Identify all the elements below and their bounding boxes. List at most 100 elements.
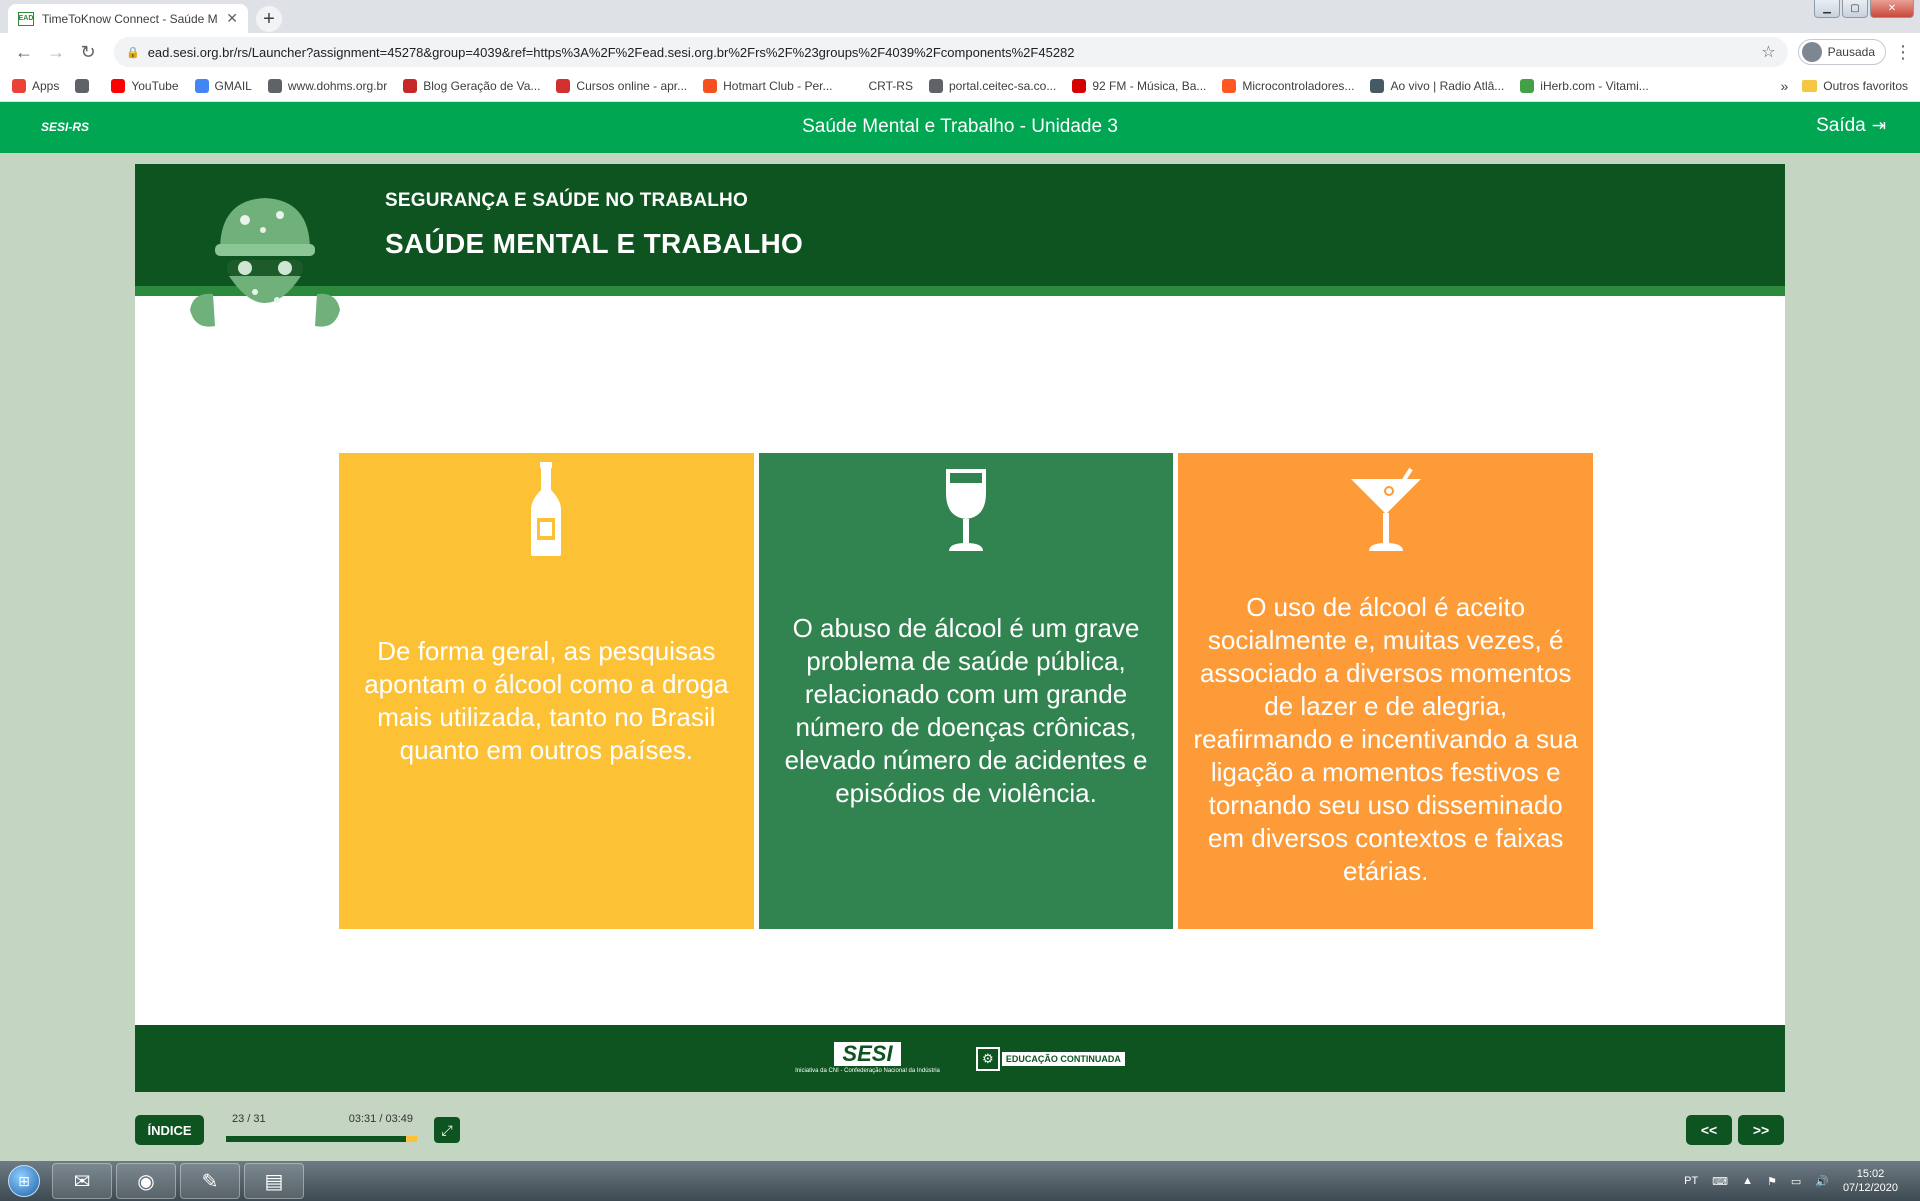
card-3-text: O uso de álcool é aceito socialmente e, … bbox=[1193, 591, 1578, 886]
volume-icon[interactable]: 🔊 bbox=[1815, 1175, 1829, 1188]
lock-icon: 🔒 bbox=[126, 46, 140, 59]
info-card-1: De forma geral, as pesquisas apontam o á… bbox=[339, 453, 754, 929]
progress-fill bbox=[226, 1136, 406, 1142]
back-arrow-icon[interactable]: ← bbox=[10, 38, 38, 66]
bookmark-label: iHerb.com - Vitami... bbox=[1540, 79, 1649, 93]
bookmark-item[interactable]: Cursos online - apr... bbox=[556, 79, 687, 93]
browser-tab[interactable]: EAD TimeToKnow Connect - Saúde M ✕ bbox=[8, 4, 248, 33]
bookmark-favicon-icon bbox=[1222, 79, 1237, 93]
bookmark-label: Ao vivo | Radio Atlâ... bbox=[1390, 79, 1505, 93]
course-kicker: SEGURANÇA E SAÚDE NO TRABALHO bbox=[385, 190, 748, 211]
bookmark-label: YouTube bbox=[131, 79, 179, 93]
bookmark-favicon-icon bbox=[194, 79, 209, 93]
windows-taskbar: ⊞ ✉ ◉ ✎ ▤ PT ⌨ ▲ ⚑ ▭ 🔊 15:02 07/12/2020 bbox=[0, 1161, 1920, 1201]
bookmark-item[interactable]: Apps bbox=[12, 79, 59, 93]
profile-button[interactable]: Pausada bbox=[1797, 39, 1886, 65]
index-button[interactable]: ÍNDICE bbox=[135, 1115, 204, 1145]
url-text: ead.sesi.org.br/rs/Launcher?assignment=4… bbox=[147, 44, 1075, 60]
course-footer: SESI Iniciativa da CNI - Confederação Na… bbox=[135, 1025, 1785, 1092]
bookmark-item[interactable]: Hotmart Club - Per... bbox=[703, 79, 833, 93]
apps-grid-icon bbox=[12, 79, 26, 93]
browser-menu-icon[interactable]: ⋮ bbox=[1894, 42, 1912, 63]
minimize-icon[interactable]: ▁ bbox=[1814, 0, 1840, 18]
bookmark-item[interactable]: GMAIL bbox=[194, 79, 252, 93]
maximize-icon[interactable]: ▢ bbox=[1842, 0, 1868, 18]
info-card-3: O uso de álcool é aceito socialmente e, … bbox=[1178, 453, 1594, 929]
bookmark-item[interactable]: Ao vivo | Radio Atlâ... bbox=[1370, 79, 1504, 93]
show-hidden-icons-icon[interactable]: ▲ bbox=[1742, 1175, 1753, 1187]
bookmark-favicon-icon bbox=[1370, 79, 1385, 93]
educacao-continuada-text: EDUCAÇÃO CONTINUADA bbox=[1001, 1051, 1125, 1066]
bookmark-item[interactable]: iHerb.com - Vitami... bbox=[1520, 79, 1649, 93]
window-controls: ▁ ▢ ✕ bbox=[1814, 0, 1914, 18]
bookmark-favicon-icon bbox=[1520, 79, 1535, 93]
fullscreen-icon[interactable]: ⤢ bbox=[434, 1117, 460, 1143]
info-cards: De forma geral, as pesquisas apontam o á… bbox=[339, 453, 1594, 929]
bookmark-item[interactable]: CRT-RS bbox=[848, 79, 913, 93]
bookmarks-more-icon[interactable]: » bbox=[1781, 78, 1789, 94]
card-1-text: De forma geral, as pesquisas apontam o á… bbox=[364, 636, 729, 765]
folder-icon bbox=[1802, 80, 1818, 92]
bookmarks-bar: Apps YouTube GMAIL www.dohms.org.br Blog Ger… bbox=[0, 71, 1920, 102]
chrome-app-icon[interactable]: ◉ bbox=[116, 1163, 176, 1199]
bookmark-favicon-icon bbox=[928, 79, 943, 93]
new-tab-button[interactable]: + bbox=[256, 6, 282, 32]
bookmark-favicon-icon bbox=[75, 79, 90, 93]
bookmark-item[interactable] bbox=[75, 79, 95, 93]
bookmark-label: www.dohms.org.br bbox=[287, 79, 388, 93]
keyboard-icon[interactable]: ⌨ bbox=[1712, 1175, 1728, 1188]
tab-favicon: EAD bbox=[18, 11, 34, 26]
page-counter: 23 / 31 bbox=[232, 1113, 266, 1125]
bookmark-item[interactable]: www.dohms.org.br bbox=[267, 79, 388, 93]
exit-label: Saída bbox=[1816, 115, 1866, 136]
mail-app-icon[interactable]: ✉ bbox=[52, 1163, 112, 1199]
language-indicator[interactable]: PT bbox=[1684, 1175, 1698, 1187]
system-tray: PT ⌨ ▲ ⚑ ▭ 🔊 15:02 07/12/2020 bbox=[1684, 1167, 1920, 1195]
bookmark-item[interactable]: portal.ceitec-sa.co... bbox=[928, 79, 1057, 93]
window-close-icon[interactable]: ✕ bbox=[1870, 0, 1914, 18]
player-controls: ÍNDICE 23 / 31 03:31 / 03:49 ⤢ << >> bbox=[135, 1100, 1785, 1160]
seal-icon: ⚙ bbox=[975, 1046, 1000, 1071]
profile-label: Pausada bbox=[1827, 45, 1875, 59]
sesi-tagline: Iniciativa da CNI - Confederação Naciona… bbox=[795, 1068, 940, 1074]
bookmark-item[interactable]: 92 FM - Música, Ba... bbox=[1072, 79, 1206, 93]
info-card-2: O abuso de álcool é um grave problema de… bbox=[758, 453, 1174, 929]
course-header: SEGURANÇA E SAÚDE NO TRABALHO SAÚDE MENT… bbox=[135, 164, 1785, 296]
educacao-continuada-logo: ⚙ EDUCAÇÃO CONTINUADA bbox=[975, 1046, 1125, 1071]
close-tab-icon[interactable]: ✕ bbox=[226, 10, 238, 27]
bookmark-favicon-icon bbox=[1072, 79, 1087, 93]
progress-bar[interactable] bbox=[226, 1136, 417, 1142]
bookmark-favicon-icon bbox=[848, 79, 863, 93]
bookmark-label: Blog Geração de Va... bbox=[423, 79, 541, 93]
start-button[interactable]: ⊞ bbox=[0, 1161, 48, 1201]
bookmark-item[interactable]: Microcontroladores... bbox=[1222, 79, 1354, 93]
bookmark-item[interactable]: YouTube bbox=[111, 79, 179, 93]
other-bookmarks-folder[interactable]: Outros favoritos bbox=[1802, 79, 1908, 93]
explorer-app-icon[interactable]: ▤ bbox=[244, 1163, 304, 1199]
card-2-text: O abuso de álcool é um grave problema de… bbox=[784, 613, 1148, 808]
exit-icon: ⇥ bbox=[1871, 116, 1886, 135]
bookmark-label: portal.ceitec-sa.co... bbox=[948, 79, 1057, 93]
clock[interactable]: 15:02 07/12/2020 bbox=[1843, 1167, 1898, 1195]
bookmark-favicon-icon bbox=[267, 79, 282, 93]
bookmark-star-icon[interactable]: ☆ bbox=[1761, 42, 1775, 62]
bookmark-label: GMAIL bbox=[214, 79, 252, 93]
app-title: Saúde Mental e Trabalho - Unidade 3 bbox=[802, 116, 1118, 137]
worker-mascot-icon bbox=[190, 198, 340, 327]
forward-arrow-icon[interactable]: → bbox=[42, 38, 70, 66]
course-title: SAÚDE MENTAL E TRABALHO bbox=[385, 228, 804, 259]
next-button[interactable]: >> bbox=[1738, 1115, 1784, 1145]
paint-app-icon[interactable]: ✎ bbox=[180, 1163, 240, 1199]
header-strip bbox=[135, 286, 1785, 296]
flag-icon[interactable]: ⚑ bbox=[1767, 1175, 1777, 1188]
bookmark-label: CRT-RS bbox=[868, 79, 913, 93]
network-icon[interactable]: ▭ bbox=[1791, 1175, 1801, 1188]
bookmark-label: Hotmart Club - Per... bbox=[723, 79, 833, 93]
exit-button[interactable]: Saída ⇥ bbox=[1816, 115, 1886, 137]
course-stage: SEGURANÇA E SAÚDE NO TRABALHO SAÚDE MENT… bbox=[135, 164, 1785, 1092]
address-bar[interactable]: 🔒 ead.sesi.org.br/rs/Launcher?assignment… bbox=[114, 37, 1788, 67]
browser-toolbar: ← → ↻ 🔒 ead.sesi.org.br/rs/Launcher?assi… bbox=[0, 33, 1920, 71]
reload-icon[interactable]: ↻ bbox=[74, 38, 102, 66]
bookmark-item[interactable]: Blog Geração de Va... bbox=[403, 79, 540, 93]
previous-button[interactable]: << bbox=[1686, 1115, 1732, 1145]
